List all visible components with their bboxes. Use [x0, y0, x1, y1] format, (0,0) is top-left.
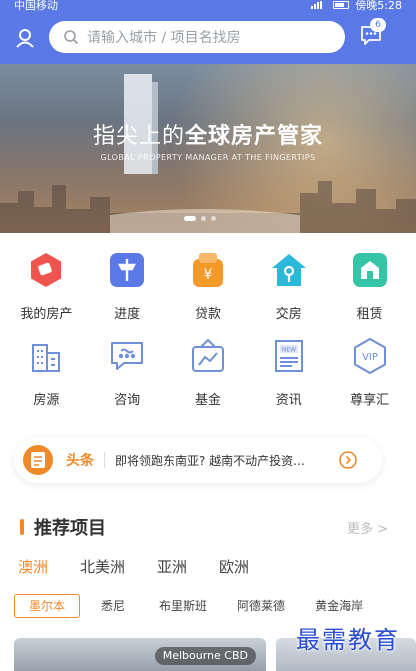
- grid-label: 租赁: [356, 307, 383, 322]
- svg-text:VIP: VIP: [362, 352, 378, 363]
- grid-item-my-property[interactable]: 我的房产: [8, 250, 84, 336]
- grid-item-lease[interactable]: 租赁: [332, 250, 408, 336]
- my-property-icon: [26, 250, 66, 290]
- carousel-dot[interactable]: [201, 216, 206, 221]
- grid-label: 咨询: [114, 393, 141, 408]
- grid-item-handover[interactable]: 交房: [251, 250, 327, 336]
- region-tabs: 澳洲 北美洲 亚洲 欧洲: [18, 556, 249, 577]
- more-link[interactable]: 更多 >: [347, 518, 388, 537]
- city-chip-melbourne[interactable]: 墨尔本: [14, 594, 81, 618]
- tab-europe[interactable]: 欧洲: [219, 556, 249, 577]
- grid-label: 基金: [194, 393, 221, 408]
- grid-label: 房源: [33, 393, 60, 408]
- news-icon: NEW: [269, 336, 309, 376]
- grid-label: 贷款: [194, 307, 221, 322]
- grid-item-vip[interactable]: VIP 尊享汇: [332, 336, 408, 422]
- function-row-2: 房源 咨询 基金 NEW 资讯 VIP 尊享汇: [0, 336, 416, 422]
- headline-news-bar[interactable]: 头条 即将领跑东南亚? 越南不动产投资...: [14, 437, 382, 483]
- signal-icon: [311, 1, 327, 9]
- listings-icon: [26, 336, 66, 376]
- fund-icon: [188, 336, 228, 376]
- function-row-1: 我的房产 进度 ¥ 贷款 交房 租赁: [0, 250, 416, 336]
- promo-banner[interactable]: 指尖上的全球房产管家 GLOBAL PROPERTY MANAGER AT TH…: [0, 64, 416, 233]
- grid-label: 我的房产: [20, 307, 73, 322]
- grid-label: 尊享汇: [350, 393, 390, 408]
- message-count-badge: 6: [370, 18, 386, 32]
- status-bar: 中国移动 傍晚5:28: [0, 0, 416, 12]
- headline-icon: [23, 445, 53, 475]
- carousel-dot-active[interactable]: [184, 216, 196, 221]
- consult-icon: [107, 336, 147, 376]
- city-chip-sydney[interactable]: 悉尼: [86, 594, 140, 618]
- handover-icon: [269, 250, 309, 290]
- banner-subtitle: GLOBAL PROPERTY MANAGER AT THE FINGERTIP…: [100, 153, 316, 162]
- carousel-dot[interactable]: [211, 216, 216, 221]
- grid-item-listings[interactable]: 房源: [8, 336, 84, 422]
- vip-icon: VIP: [350, 336, 390, 376]
- grid-label: 进度: [114, 307, 141, 322]
- tab-north-america[interactable]: 北美洲: [80, 556, 125, 577]
- status-right: 傍晚5:28: [311, 0, 402, 13]
- headline-tag: 头条: [66, 453, 94, 469]
- city-chip-adelaide[interactable]: 阿德莱德: [222, 594, 300, 618]
- grid-item-loan[interactable]: ¥ 贷款: [170, 250, 246, 336]
- headline-divider: [104, 452, 105, 468]
- grid-item-news[interactable]: NEW 资讯: [251, 336, 327, 422]
- grid-label: 资讯: [275, 393, 302, 408]
- tab-australia[interactable]: 澳洲: [18, 556, 48, 577]
- section-title-marker: [20, 519, 24, 535]
- city-chip-brisbane[interactable]: 布里斯班: [144, 594, 222, 618]
- grid-item-progress[interactable]: 进度: [89, 250, 165, 336]
- project-card-label: Melbourne CBD: [154, 647, 256, 665]
- carrier-label: 中国移动: [14, 0, 58, 12]
- banner-title-bold: 全球房产管家: [185, 124, 324, 149]
- loan-icon: ¥: [188, 250, 228, 290]
- grid-item-fund[interactable]: 基金: [170, 336, 246, 422]
- headline-text[interactable]: 即将领跑东南亚? 越南不动产投资...: [115, 452, 329, 469]
- grid-label: 交房: [275, 307, 302, 322]
- project-card[interactable]: Melbourne CBD: [14, 638, 266, 671]
- progress-icon: [107, 250, 147, 290]
- chevron-right-icon[interactable]: [339, 451, 357, 469]
- grid-item-consult[interactable]: 咨询: [89, 336, 165, 422]
- clock-label: 傍晚5:28: [355, 0, 402, 12]
- city-filter: 墨尔本 悉尼 布里斯班 阿德莱德 黄金海岸: [14, 594, 414, 618]
- svg-text:¥: ¥: [204, 267, 213, 283]
- banner-skyline-image: [0, 181, 416, 233]
- banner-title-pre: 指尖上的: [92, 124, 185, 149]
- search-icon: [64, 30, 79, 45]
- city-chip-gold-coast[interactable]: 黄金海岸: [300, 594, 378, 618]
- profile-icon[interactable]: [14, 27, 36, 49]
- search-bar[interactable]: 请输入城市 / 项目名找房: [49, 21, 345, 53]
- battery-icon: [333, 1, 350, 9]
- svg-text:NEW: NEW: [282, 347, 296, 354]
- section-title: 推荐项目: [20, 514, 106, 540]
- function-grid: 我的房产 进度 ¥ 贷款 交房 租赁 房源 咨询 基金 NEW 资讯 VIP 尊…: [0, 250, 416, 422]
- top-header: 中国移动 傍晚5:28 请输入城市 / 项目名找房 6: [0, 0, 416, 64]
- tab-asia[interactable]: 亚洲: [157, 556, 187, 577]
- lease-icon: [350, 250, 390, 290]
- watermark-text: 最需教育: [296, 626, 400, 654]
- search-placeholder: 请输入城市 / 项目名找房: [87, 30, 241, 46]
- carousel-indicator: [184, 216, 216, 221]
- banner-title: 指尖上的全球房产管家: [0, 118, 416, 150]
- section-title-text: 推荐项目: [34, 518, 106, 539]
